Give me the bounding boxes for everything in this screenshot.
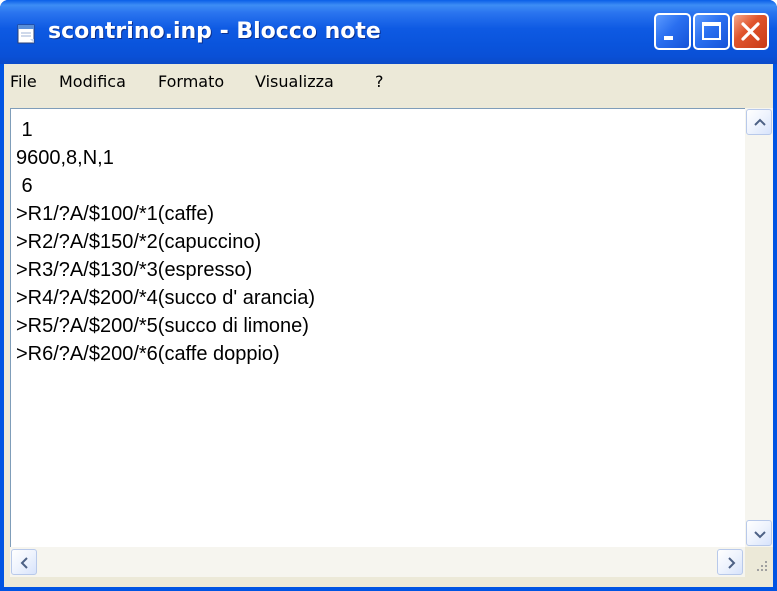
close-button[interactable] xyxy=(732,13,769,50)
menu-bar: File Modifica Formato Visualizza ? xyxy=(4,64,773,100)
menu-visualizza[interactable]: Visualizza xyxy=(255,64,334,100)
scroll-down-button[interactable] xyxy=(746,520,772,546)
title-bar[interactable]: scontrino.inp - Blocco note xyxy=(0,0,777,64)
scroll-up-button[interactable] xyxy=(746,109,772,135)
arrow-right-icon xyxy=(728,557,736,569)
notepad-window: scontrino.inp - Blocco note File Modific… xyxy=(0,0,777,591)
resize-grip[interactable] xyxy=(745,547,773,577)
maximize-button[interactable] xyxy=(693,13,730,50)
scroll-right-button[interactable] xyxy=(717,549,743,575)
minimize-icon xyxy=(664,36,673,40)
document-text[interactable]: 1 9600,8,N,1 6 >R1/?A/$100/*1(caffe) >R2… xyxy=(16,116,315,368)
scroll-left-button[interactable] xyxy=(11,549,37,575)
menu-file[interactable]: File xyxy=(10,64,37,100)
maximize-icon xyxy=(702,22,721,40)
notepad-icon[interactable] xyxy=(16,22,38,44)
menu-formato[interactable]: Formato xyxy=(158,64,224,100)
arrow-left-icon xyxy=(20,557,28,569)
menu-help[interactable]: ? xyxy=(375,64,384,100)
minimize-button[interactable] xyxy=(654,13,691,50)
menu-modifica[interactable]: Modifica xyxy=(59,64,126,100)
close-icon xyxy=(741,22,760,41)
resize-grip-icon xyxy=(757,561,767,571)
vertical-scrollbar[interactable] xyxy=(745,108,773,547)
arrow-up-icon xyxy=(754,118,766,126)
edit-frame: 1 9600,8,N,1 6 >R1/?A/$100/*1(caffe) >R2… xyxy=(4,100,773,587)
horizontal-scrollbar[interactable] xyxy=(10,547,745,577)
window-title: scontrino.inp - Blocco note xyxy=(48,19,381,44)
arrow-down-icon xyxy=(754,531,766,539)
text-editor[interactable]: 1 9600,8,N,1 6 >R1/?A/$100/*1(caffe) >R2… xyxy=(10,108,745,547)
